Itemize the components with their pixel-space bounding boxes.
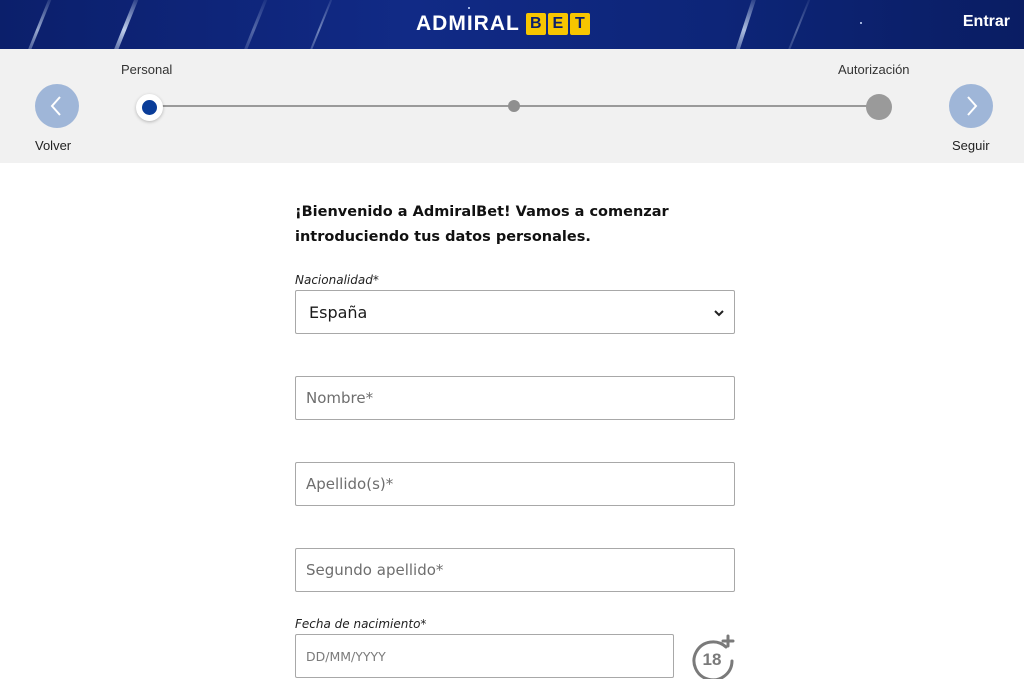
second-last-name-input[interactable]: [295, 548, 735, 592]
back-label[interactable]: Volver: [35, 138, 71, 153]
welcome-line-1: ¡Bienvenido a AdmiralBet! Vamos a comenz…: [295, 204, 669, 220]
age-badge-text: 18: [703, 650, 722, 669]
logo-bet-letter: B: [525, 13, 546, 35]
header-light-streak: [107, 0, 141, 49]
next-button[interactable]: [949, 84, 993, 128]
logo-word: ADMIRAL: [416, 12, 520, 35]
header-sparkle: [468, 7, 470, 9]
top-header: ADMIRAL B E T Entrar: [0, 0, 1024, 49]
header-light-streak: [729, 0, 759, 49]
step-indicator-current: [136, 94, 163, 121]
step-label-personal: Personal: [121, 62, 173, 77]
birthdate-label: Fecha de nacimiento*: [295, 617, 427, 631]
chevron-right-icon: [967, 96, 978, 116]
header-light-streak: [21, 0, 54, 49]
login-link[interactable]: Entrar: [963, 13, 1010, 31]
chevron-left-icon: [50, 96, 61, 116]
welcome-line-2: introduciendo tus datos personales.: [295, 229, 591, 245]
logo-bet-tiles: B E T: [525, 13, 592, 35]
personal-data-form: ¡Bienvenido a AdmiralBet! Vamos a comenz…: [295, 200, 735, 250]
step-indicator-last: [866, 94, 892, 120]
nationality-label: Nacionalidad*: [295, 273, 379, 287]
back-button[interactable]: [35, 84, 79, 128]
registration-stepper: Volver Personal Autorización Seguir: [0, 49, 1024, 163]
header-sparkle: [860, 22, 862, 24]
nationality-value: España: [309, 303, 368, 322]
header-light-streak: [303, 0, 335, 49]
step-label-authorization: Autorización: [838, 62, 910, 77]
header-light-streak: [781, 0, 813, 49]
logo-bet-letter: T: [569, 13, 590, 35]
chevron-down-icon: [714, 310, 724, 317]
first-name-input[interactable]: [295, 376, 735, 420]
step-indicator-middle: [508, 100, 520, 112]
birthdate-input[interactable]: [295, 634, 674, 678]
admiralbet-logo[interactable]: ADMIRAL B E T: [416, 10, 592, 38]
logo-bet-letter: E: [547, 13, 568, 35]
welcome-text: ¡Bienvenido a AdmiralBet! Vamos a comenz…: [295, 200, 715, 250]
nationality-select[interactable]: España: [295, 290, 735, 334]
adults-only-18-icon: 18: [692, 634, 735, 679]
last-name-input[interactable]: [295, 462, 735, 506]
next-label[interactable]: Seguir: [952, 138, 990, 153]
header-light-streak: [237, 0, 270, 49]
